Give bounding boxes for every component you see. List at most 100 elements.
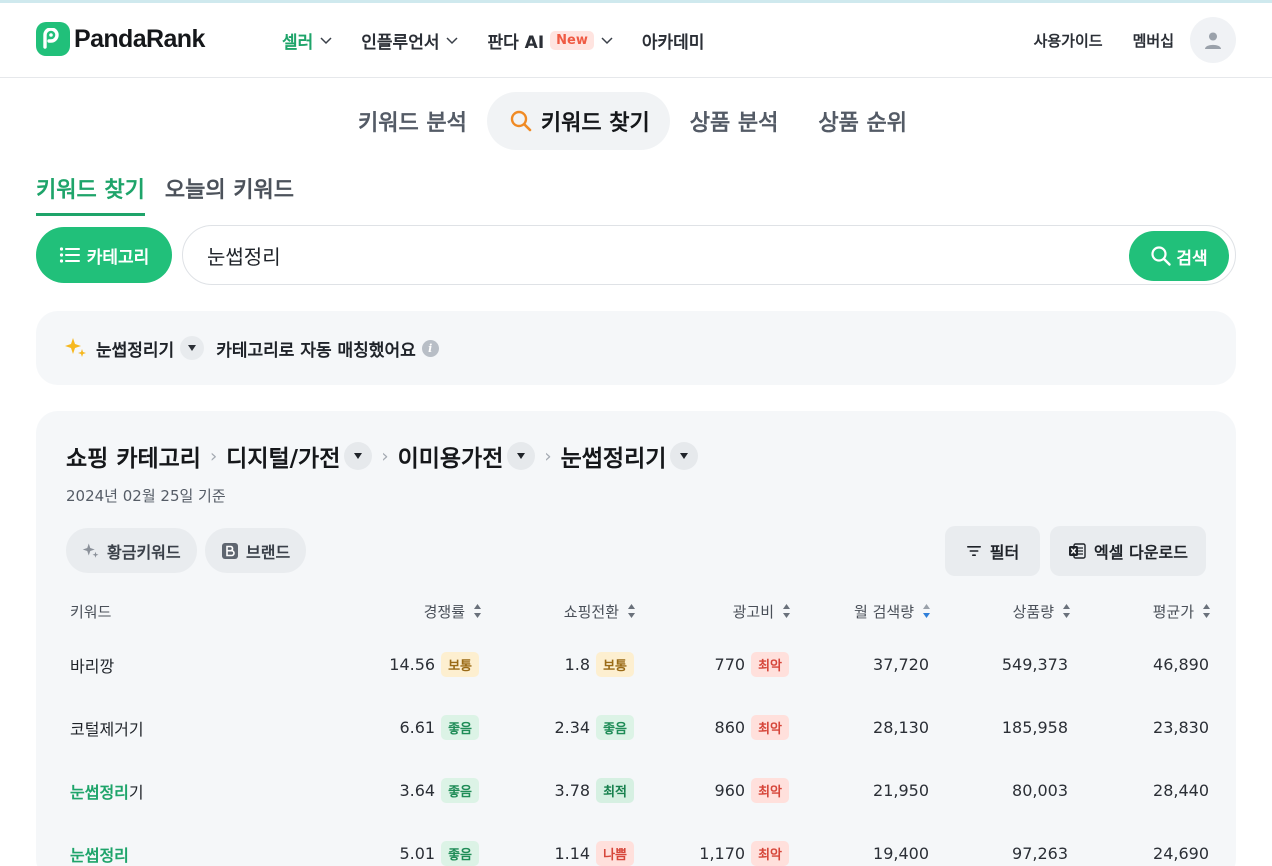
row-competition: 3.64 좋음 [336,759,479,822]
row-ad-cost: 860 최악 [636,696,789,759]
nav-academy[interactable]: 아카데미 [642,25,705,55]
row-conversion: 2.34 좋음 [486,696,634,759]
gold-keyword-chip[interactable]: 황금키워드 [66,528,197,573]
nav-seller[interactable]: 셀러 [282,25,333,55]
breadcrumb-level-2[interactable]: 이미용가전 [398,439,504,473]
tab-keyword-analysis[interactable]: 키워드 분석 [338,92,487,150]
panda-logo-icon [36,22,70,56]
chevron-down-icon [601,37,613,45]
row-keyword[interactable]: 눈썹정리 기 [70,759,144,822]
main-nav: 셀러 인플루언서 판다 AI New 아카데미 [282,25,732,55]
row-keyword[interactable]: 눈썹정리 [70,822,129,866]
breadcrumb-level-1[interactable]: 디지털/가전 [226,439,340,473]
search-input[interactable] [207,240,1087,270]
membership-link[interactable]: 멤버십 [1133,30,1174,51]
row-keyword[interactable]: 바리깡 [70,633,114,696]
row-avg-price: 46,890 [1153,655,1209,674]
ad-cost-tag: 최악 [751,778,789,803]
row-competition: 5.01 좋음 [336,822,479,866]
tab-product-analysis[interactable]: 상품 분석 [670,92,799,150]
row-monthly-search: 21,950 [873,781,929,800]
table-row[interactable]: 눈썹정리 5.01 좋음 1.14 나쁨 1,170 최악 19,400 97,263… [36,822,1236,866]
info-icon[interactable]: i [421,339,439,357]
col-avg-price[interactable]: 평균가 [1106,599,1211,623]
search-icon [510,110,532,132]
col-products[interactable]: 상품량 [966,599,1071,623]
competition-value: 3.64 [399,781,436,800]
col-monthly-search[interactable]: 월 검색량 [806,599,931,623]
conversion-value: 1.14 [554,844,591,863]
row-avg-price: 23,830 [1153,718,1209,737]
conversion-value: 2.34 [554,718,591,737]
sort-desc-icon [923,604,930,618]
nav-academy-label: 아카데미 [641,32,705,53]
ad-cost-value: 770 [714,655,746,674]
auto-match-notice: 눈썹정리기 카테고리로 자동 매칭했어요 i [36,311,1236,385]
avatar[interactable] [1190,17,1236,63]
nav-seller-label: 셀러 [282,32,314,53]
row-products: 549,373 [1001,655,1068,674]
breadcrumb-level-2-dropdown[interactable] [507,442,536,470]
data-date: 2024년 02월 25일 기준 [66,487,226,505]
brand-b-icon [222,542,238,559]
col-competition[interactable]: 경쟁률 [382,599,482,623]
table-row[interactable]: 코털제거기 6.61 좋음 2.34 좋음 860 최악 28,130 185,958… [36,696,1236,759]
keyword-highlight: 눈썹정리 [70,782,129,802]
row-keyword[interactable]: 코털제거기 [70,696,144,759]
logo-text: PandaRank [74,24,205,53]
sort-icon [1203,604,1210,618]
sort-icon [628,604,635,618]
ad-cost-value: 1,170 [699,844,746,863]
conversion-tag: 나쁨 [596,841,634,866]
conversion-value: 3.78 [554,781,591,800]
chevron-right-icon: › [209,445,218,467]
breadcrumb-level-3-dropdown[interactable] [670,442,699,470]
nav-influencer[interactable]: 인플루언서 [361,25,459,55]
search-button[interactable]: 검색 [1129,231,1229,281]
nav-panda-ai-label: 판다 AI [487,32,545,53]
sort-icon [783,604,790,618]
nav-panda-ai[interactable]: 판다 AI New [487,25,613,55]
breadcrumb-level-1-dropdown[interactable] [344,442,373,470]
chevron-right-icon: › [544,445,552,467]
caret-down-icon [188,345,197,351]
excel-icon [1069,543,1086,559]
col-conversion[interactable]: 쇼핑전환 [522,599,636,623]
row-conversion: 1.14 나쁨 [486,822,634,866]
logo[interactable]: PandaRank [36,21,205,57]
tab-product-rank[interactable]: 상품 순위 [798,92,927,150]
subtab-today-keyword[interactable]: 오늘의 키워드 [165,172,294,216]
excel-label: 엑셀 다운로드 [1094,543,1188,562]
keyword-dropdown[interactable] [180,336,205,360]
user-guide-link[interactable]: 사용가이드 [1034,30,1103,51]
top-header: PandaRank 셀러 인플루언서 판다 AI New 아카데미 사용가이드 … [0,3,1272,78]
table-row[interactable]: 바리깡 14.56 보통 1.8 보통 770 최악 37,720 549,373 4… [36,633,1236,696]
tab-keyword-find[interactable]: 키워드 찾기 [486,92,670,150]
filter-button[interactable]: 필터 [945,526,1040,576]
col-conversion-label: 쇼핑전환 [563,602,619,621]
row-competition: 6.61 좋음 [336,696,479,759]
breadcrumb-level-3[interactable]: 눈썹정리기 [561,439,667,473]
row-conversion: 1.8 보통 [486,633,634,696]
col-ad-cost[interactable]: 광고비 [676,599,791,623]
search-button-label: 검색 [1176,248,1208,269]
excel-download-button[interactable]: 엑셀 다운로드 [1050,526,1206,576]
row-monthly-search: 37,720 [873,655,929,674]
row-competition: 14.56 보통 [336,633,479,696]
row-ad-cost: 770 최악 [636,633,789,696]
table-row[interactable]: 눈썹정리 기 3.64 좋음 3.78 최적 960 최악 21,950 80,003 … [36,759,1236,822]
subtab-keyword-find[interactable]: 키워드 찾기 [36,172,145,216]
keyword-rest: 코털제거기 [70,719,144,739]
breadcrumb-root[interactable]: 쇼핑 카테고리 [66,439,201,473]
filter-label: 필터 [989,543,1020,562]
col-keyword: 키워드 [70,599,170,623]
category-button[interactable]: 카테고리 [36,227,172,283]
gold-keyword-label: 황금키워드 [107,542,181,562]
conversion-value: 1.8 [564,655,591,674]
col-keyword-label: 키워드 [70,602,112,621]
filter-icon [966,546,981,556]
brand-chip[interactable]: 브랜드 [205,528,307,573]
competition-value: 6.61 [399,718,436,737]
competition-tag: 보통 [441,652,479,677]
row-products: 185,958 [1001,718,1068,737]
